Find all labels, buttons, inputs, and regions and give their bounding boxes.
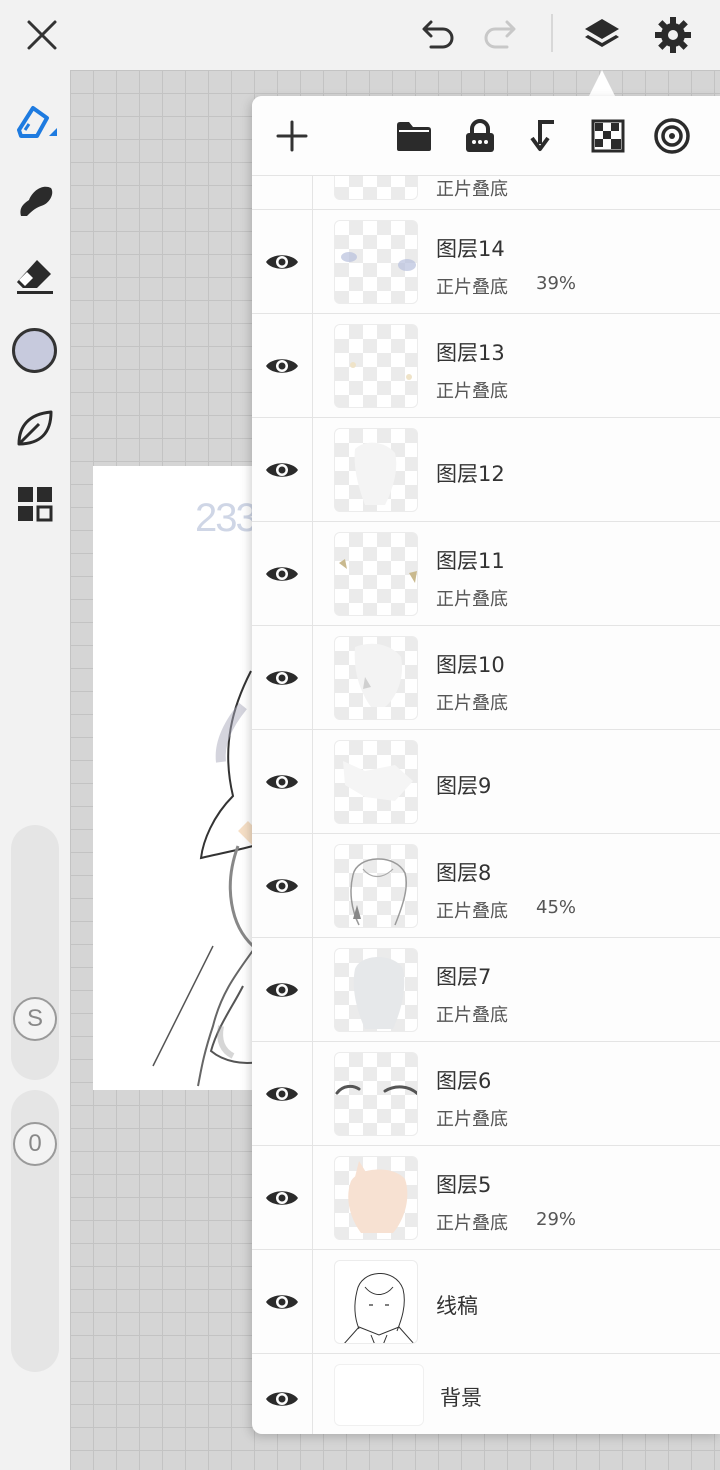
- layer-row[interactable]: 线稿: [252, 1250, 720, 1354]
- eye-icon[interactable]: [262, 558, 302, 590]
- layer-blend-mode: 正片叠底: [436, 381, 508, 402]
- eye-icon[interactable]: [262, 246, 302, 278]
- undo-icon[interactable]: [415, 13, 459, 57]
- layer-name: 图层8: [436, 861, 492, 885]
- layer-name: 图层7: [436, 965, 492, 989]
- eye-column-divider: [312, 176, 313, 1434]
- layer-name: 图层6: [436, 1069, 492, 1093]
- layer-row[interactable]: 背景: [252, 1354, 720, 1434]
- layer-thumbnail: [334, 844, 418, 928]
- layer-name: 图层9: [436, 774, 492, 798]
- eye-icon[interactable]: [262, 350, 302, 382]
- layers-icon[interactable]: [580, 13, 624, 57]
- layer-row[interactable]: 图层8 正片叠底 45%: [252, 834, 720, 938]
- layer-name: 图层12: [436, 462, 505, 486]
- layer-thumbnail: [334, 1156, 418, 1240]
- layer-row[interactable]: 图层13 正片叠底: [252, 314, 720, 418]
- layer-thumbnail: [334, 220, 418, 304]
- eye-icon[interactable]: [262, 454, 302, 486]
- layer-thumbnail: [334, 1052, 418, 1136]
- layer-opacity: 29%: [536, 1209, 577, 1230]
- panel-pointer: [589, 70, 615, 96]
- leaf-icon[interactable]: [11, 404, 59, 452]
- color-swatch[interactable]: [12, 328, 57, 373]
- gear-icon[interactable]: [651, 13, 695, 57]
- layer-name: 图层11: [436, 549, 505, 573]
- pen-icon[interactable]: [11, 98, 59, 146]
- layer-thumbnail: [334, 532, 418, 616]
- layer-row-partial[interactable]: 正片叠底: [252, 176, 720, 210]
- blur-brush-icon[interactable]: [11, 176, 59, 224]
- folder-icon[interactable]: [392, 114, 436, 158]
- left-toolbar: S 0: [0, 70, 70, 1470]
- layer-row[interactable]: 图层9: [252, 730, 720, 834]
- layer-blend-mode: 正片叠底: [436, 901, 508, 922]
- canvas-sketch-text: 233: [195, 496, 258, 540]
- top-toolbar: [0, 0, 720, 70]
- layer-panel-toolbar: [252, 96, 720, 176]
- eye-icon[interactable]: [262, 1286, 302, 1318]
- layer-row[interactable]: 图层12: [252, 418, 720, 522]
- layer-row[interactable]: 图层11 正片叠底: [252, 522, 720, 626]
- layer-row[interactable]: 图层5 正片叠底 29%: [252, 1146, 720, 1250]
- target-icon[interactable]: [650, 114, 694, 158]
- layer-thumbnail: [334, 948, 418, 1032]
- eye-icon[interactable]: [262, 1182, 302, 1214]
- layer-thumbnail: [334, 428, 418, 512]
- layer-list[interactable]: 正片叠底 图层14 正片叠底 39% 图层13 正片叠底 图层12 图层11 正…: [252, 176, 720, 1434]
- layer-thumbnail: [334, 324, 418, 408]
- grid-icon[interactable]: [11, 480, 59, 528]
- layer-thumbnail: [334, 1364, 424, 1426]
- toolbar-divider: [551, 14, 553, 52]
- brush-size-knob[interactable]: S: [13, 997, 57, 1041]
- add-layer-icon[interactable]: [270, 114, 314, 158]
- layer-opacity: 45%: [536, 897, 577, 918]
- opacity-knob[interactable]: 0: [13, 1122, 57, 1166]
- layer-panel: 正片叠底 图层14 正片叠底 39% 图层13 正片叠底 图层12 图层11 正…: [252, 96, 720, 1434]
- layer-blend-mode: 正片叠底: [436, 589, 508, 610]
- eye-icon[interactable]: [262, 870, 302, 902]
- layer-blend-mode: 正片叠底: [436, 277, 508, 298]
- layer-row[interactable]: 图层14 正片叠底 39%: [252, 210, 720, 314]
- layer-blend-mode: 正片叠底: [436, 1005, 508, 1026]
- eye-icon[interactable]: [262, 1078, 302, 1110]
- layer-blend-mode: 正片叠底: [436, 179, 508, 200]
- layer-row[interactable]: 图层6 正片叠底: [252, 1042, 720, 1146]
- layer-thumbnail: [334, 740, 418, 824]
- checker-icon[interactable]: [586, 114, 630, 158]
- layer-name: 图层14: [436, 237, 505, 261]
- eye-icon[interactable]: [262, 974, 302, 1006]
- layer-blend-mode: 正片叠底: [436, 1213, 508, 1234]
- eraser-icon[interactable]: [11, 252, 59, 300]
- layer-row[interactable]: 图层10 正片叠底: [252, 626, 720, 730]
- brush-size-slider[interactable]: [11, 825, 59, 1080]
- layer-thumbnail: [334, 636, 418, 720]
- layer-blend-mode: 正片叠底: [436, 693, 508, 714]
- layer-name: 图层5: [436, 1173, 492, 1197]
- layer-name: 线稿: [436, 1294, 478, 1318]
- layer-name: 图层10: [436, 653, 505, 677]
- close-icon[interactable]: [20, 13, 64, 57]
- layer-name: 图层13: [436, 341, 505, 365]
- layer-thumbnail: [334, 1260, 418, 1344]
- lock-icon[interactable]: [458, 114, 502, 158]
- layer-opacity: 39%: [536, 273, 577, 294]
- eye-icon[interactable]: [262, 1383, 302, 1415]
- layer-name: 背景: [440, 1386, 482, 1410]
- layer-blend-mode: 正片叠底: [436, 1109, 508, 1130]
- redo-icon[interactable]: [479, 13, 523, 57]
- eye-icon[interactable]: [262, 662, 302, 694]
- eye-icon[interactable]: [262, 766, 302, 798]
- merge-down-icon[interactable]: [522, 114, 566, 158]
- layer-row[interactable]: 图层7 正片叠底: [252, 938, 720, 1042]
- layer-thumbnail: [334, 176, 418, 200]
